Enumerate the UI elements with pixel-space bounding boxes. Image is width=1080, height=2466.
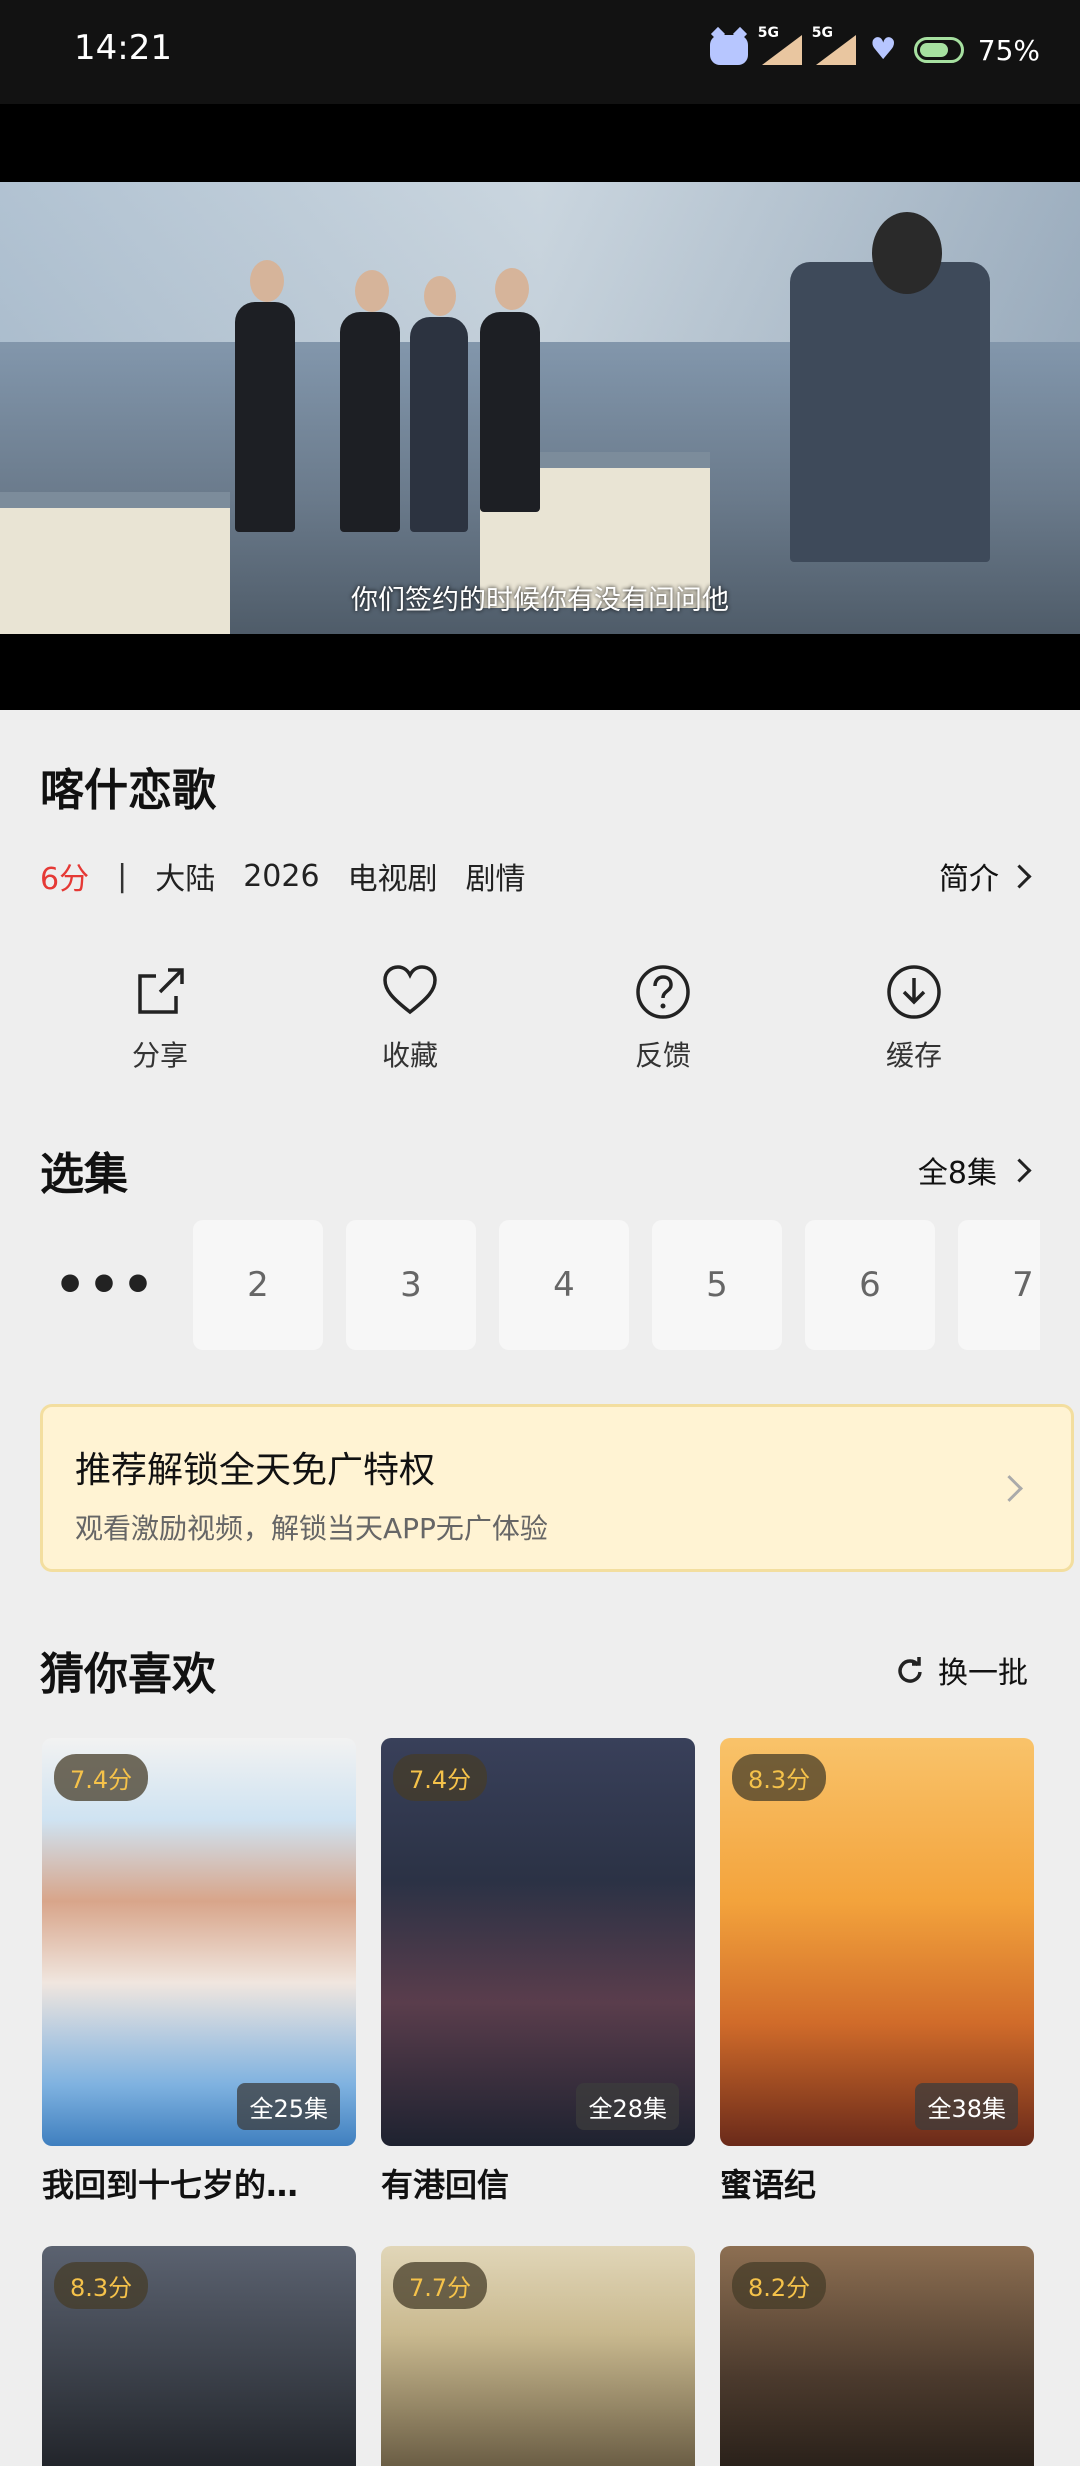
meta-separator: | (117, 858, 128, 894)
episode-item[interactable]: 4 (499, 1220, 629, 1350)
episode-count-badge: 全25集 (237, 2083, 340, 2130)
favorite-button[interactable]: 收藏 (320, 962, 500, 1074)
rating-badge: 7.4分 (54, 1754, 149, 1801)
video-player[interactable]: 你们签约的时候你有没有问问他 (0, 104, 1080, 710)
poster-image: 8.3分 全38集 (720, 1738, 1034, 2146)
tag-year: 2026 (243, 858, 320, 894)
recommend-card[interactable]: 7.7分 (381, 2246, 695, 2466)
refresh-button[interactable]: 换一批 (896, 1648, 1028, 1692)
recommend-card[interactable]: 7.4分 全25集 我回到十七岁的… (42, 1738, 356, 2206)
card-title: 我回到十七岁的… (42, 2166, 299, 2204)
signal-1-icon: 5G (758, 25, 802, 65)
recommend-card[interactable]: 7.4分 全28集 有港回信 (381, 1738, 695, 2206)
download-button[interactable]: 缓存 (824, 962, 1004, 1074)
refresh-icon (898, 1657, 922, 1683)
episode-item[interactable]: 3 (346, 1220, 476, 1350)
card-title: 蜜语纪 (720, 2166, 817, 2204)
intro-button[interactable]: 简介 (939, 854, 1032, 898)
intro-label: 简介 (939, 862, 999, 897)
share-label: 分享 (131, 1039, 188, 1072)
episode-item[interactable]: 7 (958, 1220, 1040, 1350)
poster-image: 8.3分 (42, 2246, 356, 2466)
promo-title: 推荐解锁全天免广特权 (75, 1450, 436, 1491)
show-score: 6分 (40, 862, 90, 897)
recommend-card[interactable]: 8.2分 (720, 2246, 1034, 2466)
tag-region: 大陆 (155, 862, 216, 897)
status-time: 14:21 (74, 28, 172, 68)
download-icon (887, 965, 941, 1019)
poster-image: 7.7分 (381, 2246, 695, 2466)
episode-count-badge: 全28集 (576, 2083, 679, 2130)
battery-icon (913, 37, 964, 63)
all-episodes-button[interactable]: 全8集 (917, 1148, 1032, 1192)
video-subtitle: 你们签约的时候你有没有问问他 (351, 585, 729, 616)
rating-badge: 7.7分 (393, 2262, 488, 2309)
heart-icon (383, 965, 437, 1015)
feedback-label: 反馈 (634, 1039, 691, 1072)
signal-2-icon: 5G (812, 25, 856, 65)
favorite-label: 收藏 (381, 1039, 438, 1072)
ad-free-promo-banner[interactable]: 推荐解锁全天免广特权 观看激励视频，解锁当天APP无广体验 (40, 1404, 1074, 1572)
status-bar: 14:21 5G 5G ♥ 75% (0, 0, 1080, 104)
status-icons: 5G 5G ♥ 75% (709, 25, 1040, 72)
show-meta: 6分 | 大陆 2026 电视剧 剧情 (40, 854, 554, 898)
health-icon: ♥ (869, 32, 897, 67)
chevron-right-icon (1007, 1157, 1032, 1183)
share-icon (138, 968, 184, 1014)
chevron-right-icon (996, 1475, 1023, 1502)
episodes-title: 选集 (40, 1149, 128, 1200)
episode-list: ••• 2 3 4 5 6 7 (40, 1220, 1040, 1350)
download-label: 缓存 (885, 1039, 942, 1072)
rating-badge: 8.3分 (732, 1754, 827, 1801)
recommend-card[interactable]: 8.3分 全38集 蜜语纪 (720, 1738, 1034, 2206)
poster-image: 7.4分 全25集 (42, 1738, 356, 2146)
tag-type: 电视剧 (347, 862, 438, 897)
chevron-right-icon (1007, 863, 1032, 889)
recommend-title: 猜你喜欢 (40, 1649, 216, 1700)
share-button[interactable]: 分享 (70, 962, 250, 1074)
feedback-button[interactable]: 反馈 (573, 962, 753, 1074)
poster-image: 8.2分 (720, 2246, 1034, 2466)
episode-item[interactable]: 2 (193, 1220, 323, 1350)
episode-count-badge: 全38集 (915, 2083, 1018, 2130)
app-notification-icon (709, 35, 748, 65)
video-frame (0, 182, 1080, 634)
action-bar: 分享 收藏 反馈 缓存 (0, 962, 1080, 1072)
refresh-label: 换一批 (938, 1656, 1028, 1691)
tag-genre: 剧情 (465, 862, 526, 897)
rating-badge: 8.2分 (732, 2262, 827, 2309)
episode-item[interactable]: 6 (805, 1220, 935, 1350)
show-title: 喀什恋歌 (40, 765, 216, 816)
battery-percent: 75% (977, 33, 1040, 67)
card-title: 有港回信 (381, 2166, 510, 2204)
question-icon (636, 965, 690, 1019)
all-episodes-label: 全8集 (917, 1156, 997, 1191)
episode-more-button[interactable]: ••• (40, 1220, 170, 1350)
rating-badge: 8.3分 (54, 2262, 149, 2309)
episode-item[interactable]: 5 (652, 1220, 782, 1350)
recommend-card[interactable]: 8.3分 (42, 2246, 356, 2466)
promo-subtitle: 观看激励视频，解锁当天APP无广体验 (75, 1512, 548, 1545)
poster-image: 7.4分 全28集 (381, 1738, 695, 2146)
rating-badge: 7.4分 (393, 1754, 488, 1801)
